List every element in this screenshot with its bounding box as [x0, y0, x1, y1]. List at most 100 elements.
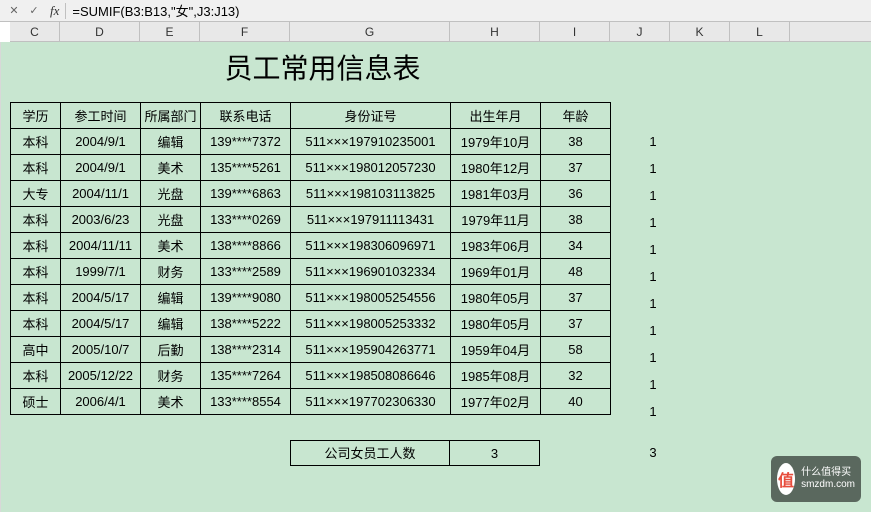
cell[interactable]: 2003/6/23	[61, 207, 141, 233]
cell[interactable]: 38	[541, 207, 611, 233]
formula-confirm-icon[interactable]: ✓	[24, 2, 44, 20]
cell[interactable]: 139****6863	[201, 181, 291, 207]
helper-cell[interactable]: 1	[623, 296, 683, 311]
cell[interactable]: 本科	[11, 155, 61, 181]
cell[interactable]: 34	[541, 233, 611, 259]
cell[interactable]: 36	[541, 181, 611, 207]
formula-cancel-icon[interactable]: ✕	[4, 2, 24, 20]
cell[interactable]: 2004/5/17	[61, 285, 141, 311]
cell[interactable]: 511×××195904263771	[291, 337, 451, 363]
column-header-I[interactable]: I	[540, 22, 610, 41]
cell[interactable]: 139****9080	[201, 285, 291, 311]
cell[interactable]: 本科	[11, 285, 61, 311]
cell[interactable]: 511×××198508086646	[291, 363, 451, 389]
cell[interactable]: 美术	[141, 389, 201, 415]
cell[interactable]: 1981年03月	[451, 181, 541, 207]
cell[interactable]: 133****8554	[201, 389, 291, 415]
cell[interactable]: 48	[541, 259, 611, 285]
helper-cell[interactable]: 1	[623, 377, 683, 392]
helper-cell[interactable]: 1	[623, 242, 683, 257]
cell[interactable]: 37	[541, 285, 611, 311]
column-header-K[interactable]: K	[670, 22, 730, 41]
cell[interactable]: 1983年06月	[451, 233, 541, 259]
cell[interactable]: 40	[541, 389, 611, 415]
cell[interactable]: 2004/11/11	[61, 233, 141, 259]
cell[interactable]: 511×××198306096971	[291, 233, 451, 259]
cell[interactable]: 本科	[11, 311, 61, 337]
cell[interactable]: 38	[541, 129, 611, 155]
cell[interactable]: 511×××198005254556	[291, 285, 451, 311]
cell[interactable]: 58	[541, 337, 611, 363]
column-header-E[interactable]: E	[140, 22, 200, 41]
cell[interactable]: 135****5261	[201, 155, 291, 181]
helper-cell[interactable]: 1	[623, 350, 683, 365]
cell[interactable]: 138****8866	[201, 233, 291, 259]
column-header-F[interactable]: F	[200, 22, 290, 41]
cell[interactable]: 财务	[141, 259, 201, 285]
cell[interactable]: 511×××198012057230	[291, 155, 451, 181]
cell[interactable]: 2004/5/17	[61, 311, 141, 337]
column-header-G[interactable]: G	[290, 22, 450, 41]
helper-cell[interactable]: 1	[623, 404, 683, 419]
column-header-J[interactable]: J	[610, 22, 670, 41]
cell[interactable]: 光盘	[141, 181, 201, 207]
cell[interactable]: 后勤	[141, 337, 201, 363]
cell[interactable]: 1969年01月	[451, 259, 541, 285]
cell[interactable]: 135****7264	[201, 363, 291, 389]
cell[interactable]: 511×××197911113431	[291, 207, 451, 233]
cell[interactable]: 编辑	[141, 285, 201, 311]
cell[interactable]: 1979年10月	[451, 129, 541, 155]
cell[interactable]: 133****0269	[201, 207, 291, 233]
cell[interactable]: 1959年04月	[451, 337, 541, 363]
cell[interactable]: 1979年11月	[451, 207, 541, 233]
cell[interactable]: 138****5222	[201, 311, 291, 337]
cell[interactable]: 511×××198103113825	[291, 181, 451, 207]
helper-cell[interactable]: 1	[623, 269, 683, 284]
helper-cell[interactable]: 1	[623, 215, 683, 230]
cell[interactable]: 本科	[11, 129, 61, 155]
helper-cell[interactable]: 1	[623, 161, 683, 176]
cell[interactable]: 2004/9/1	[61, 129, 141, 155]
cell[interactable]: 511×××198005253332	[291, 311, 451, 337]
cell[interactable]: 139****7372	[201, 129, 291, 155]
cell[interactable]: 高中	[11, 337, 61, 363]
cell[interactable]: 138****2314	[201, 337, 291, 363]
fx-icon[interactable]: fx	[44, 3, 66, 19]
column-header-H[interactable]: H	[450, 22, 540, 41]
cell[interactable]: 财务	[141, 363, 201, 389]
cell[interactable]: 美术	[141, 155, 201, 181]
cell[interactable]: 32	[541, 363, 611, 389]
cell[interactable]: 2004/9/1	[61, 155, 141, 181]
cell[interactable]: 2005/10/7	[61, 337, 141, 363]
cell[interactable]: 1980年05月	[451, 285, 541, 311]
cell[interactable]: 133****2589	[201, 259, 291, 285]
cell[interactable]: 1999/7/1	[61, 259, 141, 285]
cell[interactable]: 本科	[11, 363, 61, 389]
column-header-L[interactable]: L	[730, 22, 790, 41]
helper-cell[interactable]: 1	[623, 188, 683, 203]
cell[interactable]: 37	[541, 311, 611, 337]
cell[interactable]: 本科	[11, 207, 61, 233]
formula-input[interactable]	[72, 3, 867, 18]
cell[interactable]: 本科	[11, 259, 61, 285]
cell[interactable]: 编辑	[141, 129, 201, 155]
cell[interactable]: 2006/4/1	[61, 389, 141, 415]
cell[interactable]: 1977年02月	[451, 389, 541, 415]
cell[interactable]: 光盘	[141, 207, 201, 233]
cell[interactable]: 硕士	[11, 389, 61, 415]
cell[interactable]: 美术	[141, 233, 201, 259]
cell[interactable]: 511×××197702306330	[291, 389, 451, 415]
cell[interactable]: 本科	[11, 233, 61, 259]
cell[interactable]: 37	[541, 155, 611, 181]
cell[interactable]: 2004/11/1	[61, 181, 141, 207]
helper-cell[interactable]: 1	[623, 323, 683, 338]
helper-cell[interactable]: 1	[623, 134, 683, 149]
cell[interactable]: 1985年08月	[451, 363, 541, 389]
cell[interactable]: 511×××196901032334	[291, 259, 451, 285]
cell[interactable]: 1980年12月	[451, 155, 541, 181]
cell[interactable]: 大专	[11, 181, 61, 207]
cell[interactable]: 2005/12/22	[61, 363, 141, 389]
grid-body[interactable]: 员工常用信息表 学历参工时间所属部门联系电话身份证号出生年月年龄 本科2004/…	[0, 42, 871, 512]
cell[interactable]: 1980年05月	[451, 311, 541, 337]
column-header-D[interactable]: D	[60, 22, 140, 41]
